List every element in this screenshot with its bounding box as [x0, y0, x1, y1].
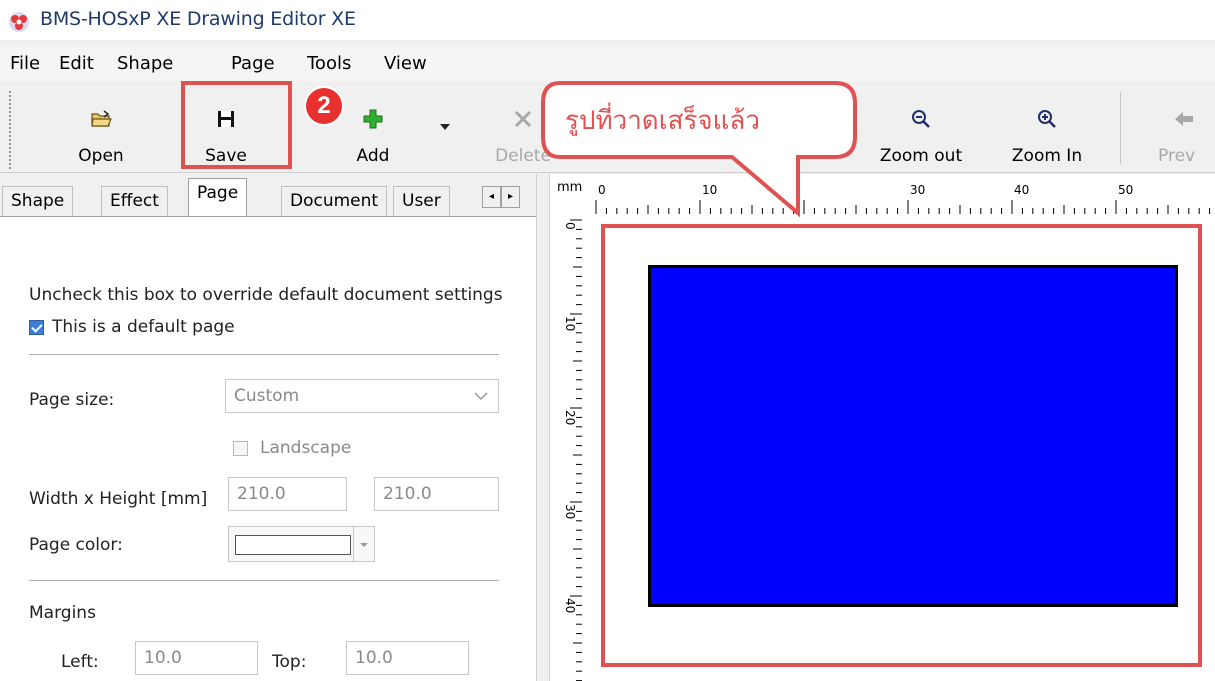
toolbar-separator: [1120, 92, 1121, 164]
width-field[interactable]: 210.0: [228, 477, 347, 511]
zoom-in-label: Zoom In: [1011, 146, 1083, 166]
page-size-label: Page size:: [29, 390, 115, 410]
step-number-badge: 2: [306, 88, 342, 124]
width-height-label: Width x Height [mm]: [29, 489, 208, 509]
margin-top-field[interactable]: 10.0: [346, 641, 469, 675]
ruler-label: 20: [563, 410, 577, 425]
callout-text: รูปที่วาดเสร็จแล้ว: [565, 106, 760, 136]
page-color-swatch: [235, 535, 351, 555]
height-field[interactable]: 210.0: [374, 477, 499, 511]
window-title: BMS-HOSxP XE Drawing Editor XE: [40, 8, 356, 30]
ruler-label: 30: [910, 183, 925, 197]
divider: [29, 580, 499, 581]
menu-bar: File Edit Shape Page Tools View: [0, 45, 1215, 81]
menu-file[interactable]: File: [10, 53, 40, 74]
tab-scroll-left-icon[interactable]: ◂: [482, 186, 501, 208]
page-size-value: Custom: [234, 386, 300, 406]
default-page-checkbox[interactable]: [29, 320, 44, 335]
delete-x-icon: [514, 110, 532, 128]
ruler-label: 10: [563, 316, 577, 331]
ruler-label: 40: [1014, 183, 1029, 197]
default-settings-hint: Uncheck this box to override default doc…: [29, 285, 503, 305]
margin-left-label: Left:: [61, 652, 99, 672]
prev-label: Prev: [1158, 146, 1196, 166]
margins-heading: Margins: [29, 603, 96, 623]
toolbar-grip[interactable]: [8, 90, 12, 170]
tab-shape[interactable]: Shape: [2, 186, 74, 216]
menu-tools[interactable]: Tools: [307, 53, 351, 74]
tab-effect[interactable]: Effect: [101, 186, 168, 216]
landscape-checkbox[interactable]: [233, 441, 248, 456]
tab-document[interactable]: Document: [281, 186, 388, 216]
open-button[interactable]: Open: [56, 88, 146, 168]
menu-shape[interactable]: Shape: [117, 53, 173, 74]
zoom-out-icon: [912, 110, 930, 128]
menu-edit[interactable]: Edit: [59, 53, 94, 74]
tab-page[interactable]: Page: [188, 178, 248, 216]
app-logo-icon: [9, 12, 29, 32]
page-color-picker[interactable]: [228, 526, 375, 562]
open-label: Open: [78, 146, 124, 166]
margin-top-label: Top:: [272, 652, 307, 672]
save-highlight-box: [181, 81, 292, 169]
margin-left-field[interactable]: 10.0: [135, 641, 258, 675]
ruler-label: 40: [563, 598, 577, 613]
open-folder-icon: [91, 110, 112, 127]
zoom-out-label: Zoom out: [879, 146, 963, 166]
add-label: Add: [356, 146, 390, 166]
page-size-select[interactable]: Custom: [225, 379, 499, 413]
add-button[interactable]: Add: [328, 88, 418, 168]
zoom-in-icon: [1038, 110, 1056, 128]
tab-scroll-right-icon[interactable]: ▸: [501, 186, 520, 208]
divider: [29, 354, 499, 355]
chevron-down-icon: [360, 543, 368, 547]
zoom-in-button[interactable]: Zoom In: [1002, 88, 1092, 168]
plus-icon: [363, 109, 383, 129]
tab-user[interactable]: User: [393, 186, 450, 216]
menu-view[interactable]: View: [384, 53, 427, 74]
chevron-down-icon: [474, 392, 488, 401]
landscape-label: Landscape: [260, 438, 352, 458]
page-color-label: Page color:: [29, 535, 123, 555]
prev-button[interactable]: Prev: [1146, 88, 1215, 168]
ruler-label: 30: [563, 504, 577, 519]
add-dropdown-arrow-icon[interactable]: [438, 122, 452, 132]
default-page-label: This is a default page: [52, 317, 235, 337]
ruler-label: 50: [1118, 183, 1133, 197]
menu-page[interactable]: Page: [231, 53, 275, 74]
arrow-left-icon: [1175, 112, 1193, 126]
zoom-out-button[interactable]: Zoom out: [876, 88, 966, 168]
property-tabs: Shape Effect Page Document User ◂ ▸: [0, 174, 536, 217]
